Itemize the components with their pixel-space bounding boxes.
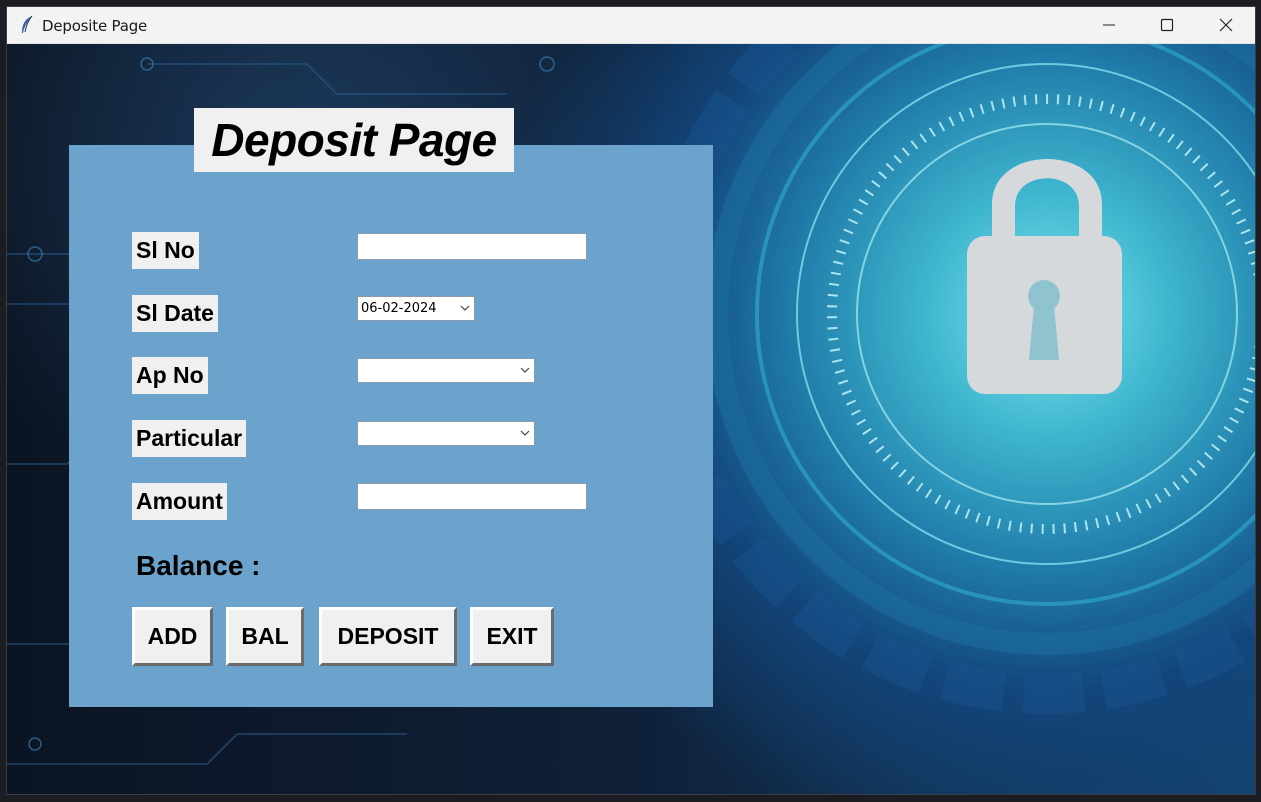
particular-select[interactable] bbox=[357, 421, 535, 446]
sl-date-picker[interactable]: 06-02-2024 bbox=[357, 296, 475, 321]
bal-button[interactable]: BAL bbox=[226, 607, 304, 666]
amount-input[interactable] bbox=[357, 483, 587, 510]
deposit-button[interactable]: DEPOSIT bbox=[319, 607, 457, 666]
close-icon bbox=[1219, 18, 1233, 32]
title-bar: Deposite Page bbox=[7, 7, 1255, 44]
chevron-down-icon bbox=[460, 305, 470, 311]
minimize-icon bbox=[1103, 24, 1115, 26]
ap-no-label: Ap No bbox=[132, 357, 208, 394]
chevron-down-icon bbox=[520, 430, 530, 436]
app-window: Deposite Page Deposit Page Sl No Sl Date… bbox=[6, 6, 1256, 795]
sl-date-label: Sl Date bbox=[132, 295, 218, 332]
sl-no-input[interactable] bbox=[357, 233, 587, 260]
exit-button[interactable]: EXIT bbox=[470, 607, 554, 666]
sl-no-label: Sl No bbox=[132, 232, 199, 269]
amount-label: Amount bbox=[132, 483, 227, 520]
window-title: Deposite Page bbox=[42, 17, 148, 35]
maximize-button[interactable] bbox=[1138, 7, 1196, 43]
minimize-button[interactable] bbox=[1080, 7, 1138, 43]
sl-date-value: 06-02-2024 bbox=[361, 301, 437, 316]
particular-label: Particular bbox=[132, 420, 247, 457]
maximize-icon bbox=[1160, 18, 1174, 32]
chevron-down-icon bbox=[520, 367, 530, 373]
ap-no-select[interactable] bbox=[357, 358, 535, 383]
feather-icon bbox=[22, 15, 33, 33]
close-button[interactable] bbox=[1197, 7, 1255, 43]
balance-label: Balance : bbox=[136, 550, 261, 581]
add-button[interactable]: ADD bbox=[132, 607, 213, 666]
page-heading: Deposit Page bbox=[194, 108, 514, 172]
